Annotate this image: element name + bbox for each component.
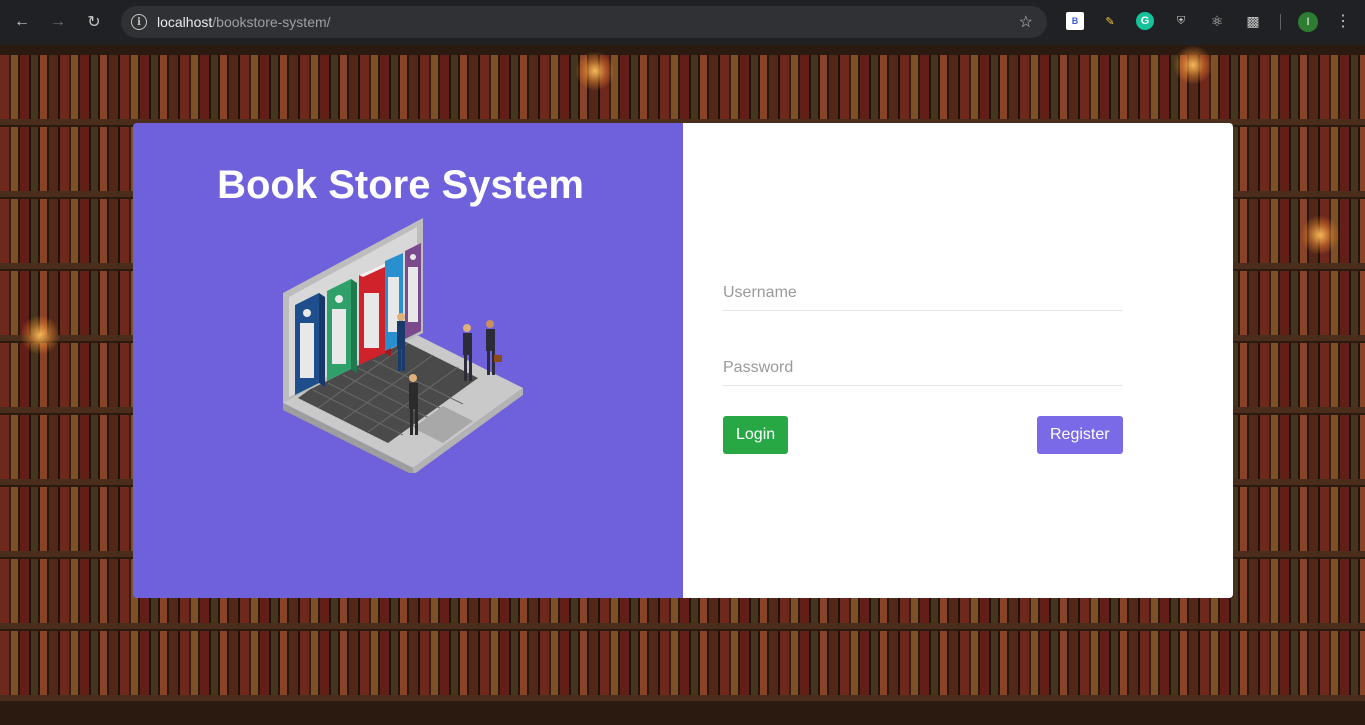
shield-extension-icon[interactable]: ⛨ <box>1172 12 1190 30</box>
bookshelf-books <box>0 631 1365 695</box>
lamp-glow <box>20 315 60 355</box>
back-icon[interactable]: ← <box>10 10 34 34</box>
username-field <box>723 271 1123 311</box>
password-field <box>723 346 1123 386</box>
shelf-divider <box>0 623 1365 629</box>
address-bar[interactable]: i localhost/bookstore-system/ ☆ <box>121 6 1047 38</box>
branding-panel: Book Store System <box>133 123 683 598</box>
profile-initial: I <box>1306 16 1310 28</box>
bookstore-illustration <box>283 218 523 473</box>
register-button[interactable]: Register <box>1037 416 1123 454</box>
login-card: Book Store System Username Login Registe… <box>133 123 1233 598</box>
toolbar-divider <box>1280 14 1281 30</box>
page-title: Book Store System <box>217 163 584 207</box>
lamp-glow <box>1300 215 1340 255</box>
username-input[interactable] <box>723 284 1123 302</box>
site-info-icon[interactable]: i <box>131 14 147 30</box>
extensions-puzzle-icon[interactable]: ▩ <box>1244 12 1262 30</box>
react-devtools-icon[interactable]: ⚛ <box>1208 12 1226 30</box>
lamp-glow <box>1173 45 1213 85</box>
forward-icon[interactable]: → <box>46 10 70 34</box>
login-button[interactable]: Login <box>723 416 789 454</box>
reload-icon[interactable]: ↻ <box>82 10 106 34</box>
bookshelf-books <box>0 55 1365 119</box>
url-host: localhost <box>157 14 213 30</box>
url-path: /bookstore-system/ <box>212 14 331 30</box>
menu-kebab-icon[interactable]: ⋮ <box>1334 12 1352 30</box>
login-form-panel: Login Register <box>683 123 1233 598</box>
profile-avatar[interactable]: I <box>1298 12 1318 32</box>
browser-toolbar: ← → ↻ i localhost/bookstore-system/ ☆ B … <box>0 0 1365 45</box>
shelf-divider <box>0 695 1365 701</box>
grammarly-icon[interactable]: G <box>1136 12 1154 30</box>
url-text: localhost/bookstore-system/ <box>157 14 331 30</box>
password-input[interactable] <box>723 359 1123 377</box>
bookmark-star-icon[interactable]: ☆ <box>1019 12 1033 32</box>
extension-pencil-icon[interactable]: ✎ <box>1101 12 1119 30</box>
extension-b-icon[interactable]: B <box>1066 12 1084 30</box>
lamp-glow <box>575 51 615 91</box>
